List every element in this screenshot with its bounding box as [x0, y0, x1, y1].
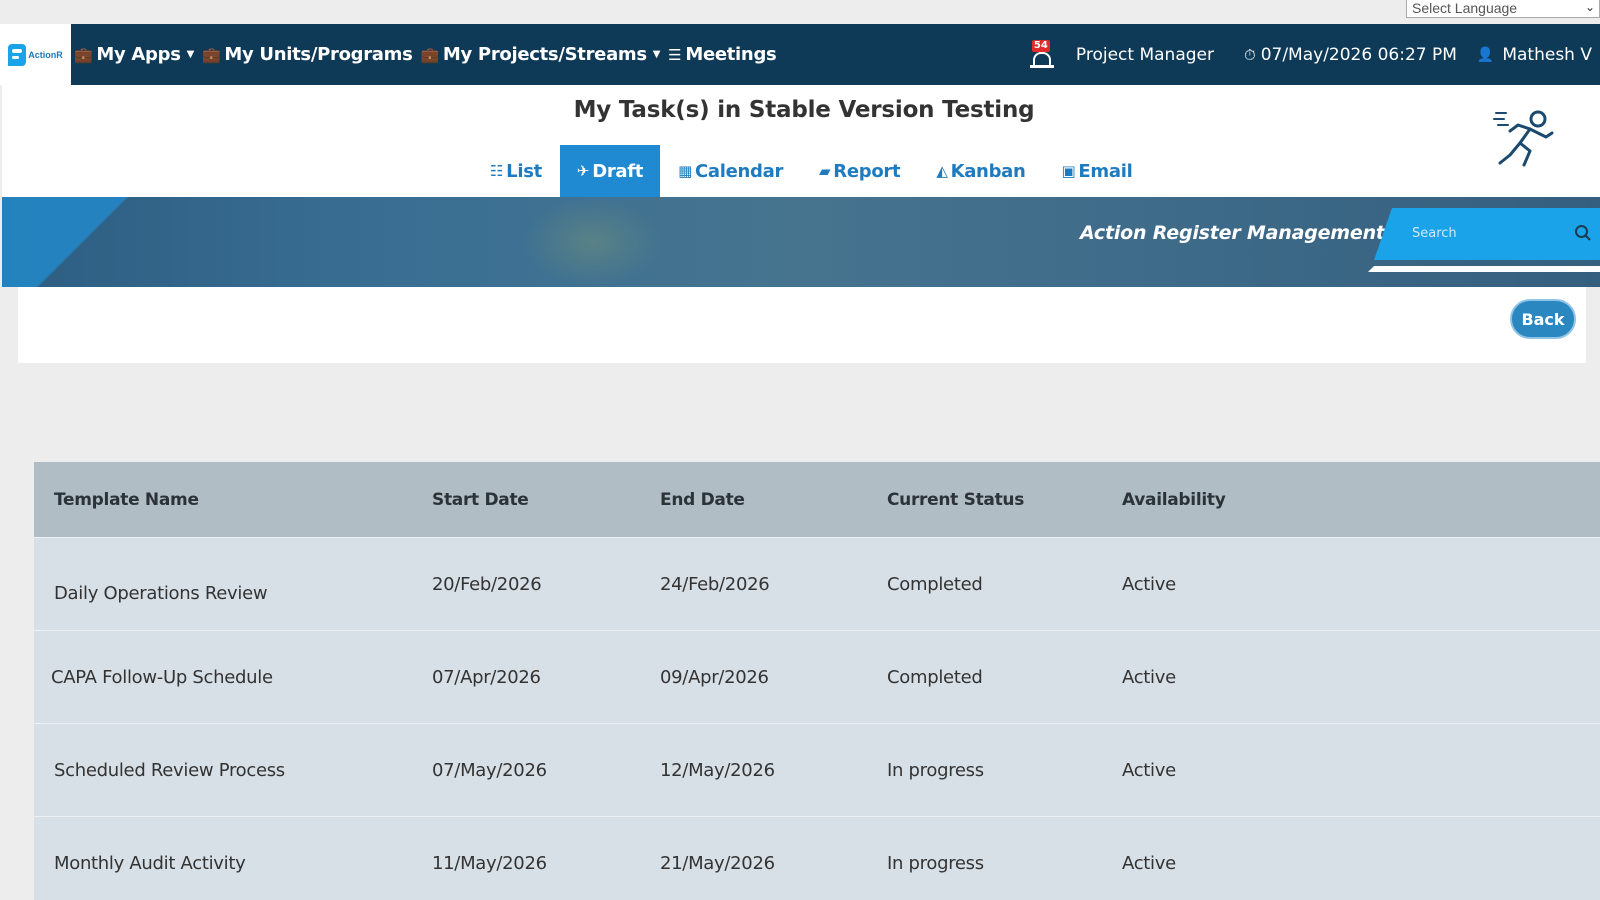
back-button[interactable]: Back [1510, 299, 1576, 339]
availability: Active [1122, 852, 1176, 874]
end-date: 12/May/2026 [660, 759, 775, 781]
area-chart-icon: ◭ [936, 162, 948, 180]
column-header-availability[interactable]: Availability [1122, 490, 1226, 510]
table-row[interactable]: Monthly Audit Activity 11/May/2026 21/Ma… [34, 816, 1600, 900]
current-status: In progress [887, 852, 984, 874]
logo-mark-icon [8, 43, 27, 66]
clock-icon: ⏱ [1243, 45, 1256, 64]
end-date: 24/Feb/2026 [660, 573, 770, 595]
current-status: Completed [887, 666, 983, 688]
tab-kanban-label: Kanban [950, 160, 1026, 182]
briefcase-icon: 💼 [202, 45, 221, 64]
current-status: In progress [887, 759, 984, 781]
template-name: Scheduled Review Process [54, 759, 285, 781]
column-header-end-date[interactable]: End Date [660, 490, 745, 510]
tasks-icon: ☰ [668, 45, 682, 64]
start-date: 20/Feb/2026 [432, 573, 542, 595]
current-datetime: ⏱ 07/May/2026 06:27 PM [1244, 45, 1457, 65]
list-icon: ☷ [490, 162, 504, 180]
banner: Action Register Management [2, 197, 1600, 287]
table-row[interactable]: CAPA Follow-Up Schedule 07/Apr/2026 09/A… [34, 630, 1600, 723]
start-date: 11/May/2026 [432, 852, 547, 874]
nav-my-apps-label: My Apps [96, 44, 181, 65]
chevron-down-icon: ⌄ [1584, 0, 1595, 14]
search-box [1374, 208, 1600, 260]
paper-plane-icon: ✈ [576, 162, 590, 180]
briefcase-icon: 💼 [420, 45, 440, 64]
nav-my-apps[interactable]: 💼 My Apps ▼ [74, 44, 194, 65]
caret-down-icon: ▼ [186, 49, 195, 60]
tab-kanban[interactable]: ◭ Kanban [918, 145, 1043, 197]
tab-draft[interactable]: ✈ Draft [559, 145, 661, 197]
nav-meetings-label: Meetings [685, 44, 777, 65]
column-header-current-status[interactable]: Current Status [887, 490, 1024, 510]
language-select-value: Select Language [1412, 0, 1518, 16]
table-header: Template Name Start Date End Date Curren… [34, 462, 1600, 537]
tab-calendar[interactable]: ▦ Calendar [660, 145, 801, 197]
app-logo[interactable]: ActionR [0, 24, 71, 85]
calendar-icon: ▦ [678, 162, 692, 180]
start-date: 07/Apr/2026 [432, 666, 541, 688]
datetime-text: 07/May/2026 06:27 PM [1260, 44, 1457, 65]
actions-card: Back [18, 287, 1586, 363]
user-icon: 👤 [1476, 46, 1495, 63]
tab-report[interactable]: ▰ Report [801, 145, 918, 197]
end-date: 09/Apr/2026 [660, 666, 769, 688]
templates-table: Template Name Start Date End Date Curren… [34, 462, 1600, 900]
tab-list-label: List [506, 160, 542, 182]
column-header-template-name[interactable]: Template Name [54, 490, 199, 510]
user-menu[interactable]: 👤 Mathesh V [1477, 45, 1592, 65]
template-name: Monthly Audit Activity [54, 852, 246, 874]
table-row[interactable]: Daily Operations Review 20/Feb/2026 24/F… [34, 537, 1600, 630]
template-name: Daily Operations Review [54, 582, 268, 604]
availability: Active [1122, 666, 1176, 688]
template-name: CAPA Follow-Up Schedule [51, 666, 273, 688]
language-select[interactable]: Select Language ⌄ [1406, 0, 1600, 18]
search-input[interactable] [1412, 222, 1562, 244]
main-menu: 💼 My Apps ▼ 💼 My Units/Programs 💼 My Pro… [74, 24, 777, 85]
page-title: My Task(s) in Stable Version Testing [573, 97, 1035, 123]
column-header-start-date[interactable]: Start Date [432, 490, 529, 510]
tab-report-label: Report [833, 160, 901, 182]
tab-draft-label: Draft [592, 160, 644, 182]
current-status: Completed [887, 573, 983, 595]
tab-email[interactable]: ▣ Email [1044, 145, 1151, 197]
briefcase-icon: 💼 [74, 45, 93, 64]
tab-calendar-label: Calendar [694, 160, 784, 182]
nav-my-units-label: My Units/Programs [224, 44, 413, 65]
tab-email-label: Email [1078, 160, 1133, 182]
availability: Active [1122, 573, 1176, 595]
caret-down-icon: ▼ [652, 49, 661, 60]
running-person-icon [1493, 110, 1554, 167]
notification-bell-icon[interactable]: 54 [1029, 39, 1054, 70]
user-name: Mathesh V [1502, 44, 1592, 65]
page-header: My Task(s) in Stable Version Testing ☷ L… [2, 85, 1600, 197]
logo-text: ActionR [28, 49, 63, 60]
start-date: 07/May/2026 [432, 759, 547, 781]
view-tabs: ☷ List ✈ Draft ▦ Calendar ▰ Report ◭ Kan… [472, 145, 1150, 197]
end-date: 21/May/2026 [660, 852, 775, 874]
top-nav-bar: ActionR 💼 My Apps ▼ 💼 My Units/Programs … [0, 24, 1600, 85]
header-right: 54 Project Manager ⏱ 07/May/2026 06:27 P… [1029, 24, 1592, 85]
search-underline [1368, 266, 1600, 272]
book-icon: ▰ [819, 162, 831, 180]
user-role: Project Manager [1075, 44, 1214, 65]
save-icon: ▣ [1061, 162, 1076, 180]
notification-badge: 54 [1031, 39, 1050, 52]
search-icon[interactable] [1574, 224, 1592, 242]
table-row[interactable]: Scheduled Review Process 07/May/2026 12/… [34, 723, 1600, 816]
nav-my-projects-label: My Projects/Streams [442, 44, 647, 65]
availability: Active [1122, 759, 1176, 781]
nav-my-projects[interactable]: 💼 My Projects/Streams ▼ [421, 44, 661, 65]
banner-title: Action Register Management [1080, 222, 1385, 244]
nav-meetings[interactable]: ☰ Meetings [668, 44, 777, 65]
nav-my-units[interactable]: 💼 My Units/Programs [202, 44, 413, 65]
tab-list[interactable]: ☷ List [472, 145, 560, 197]
